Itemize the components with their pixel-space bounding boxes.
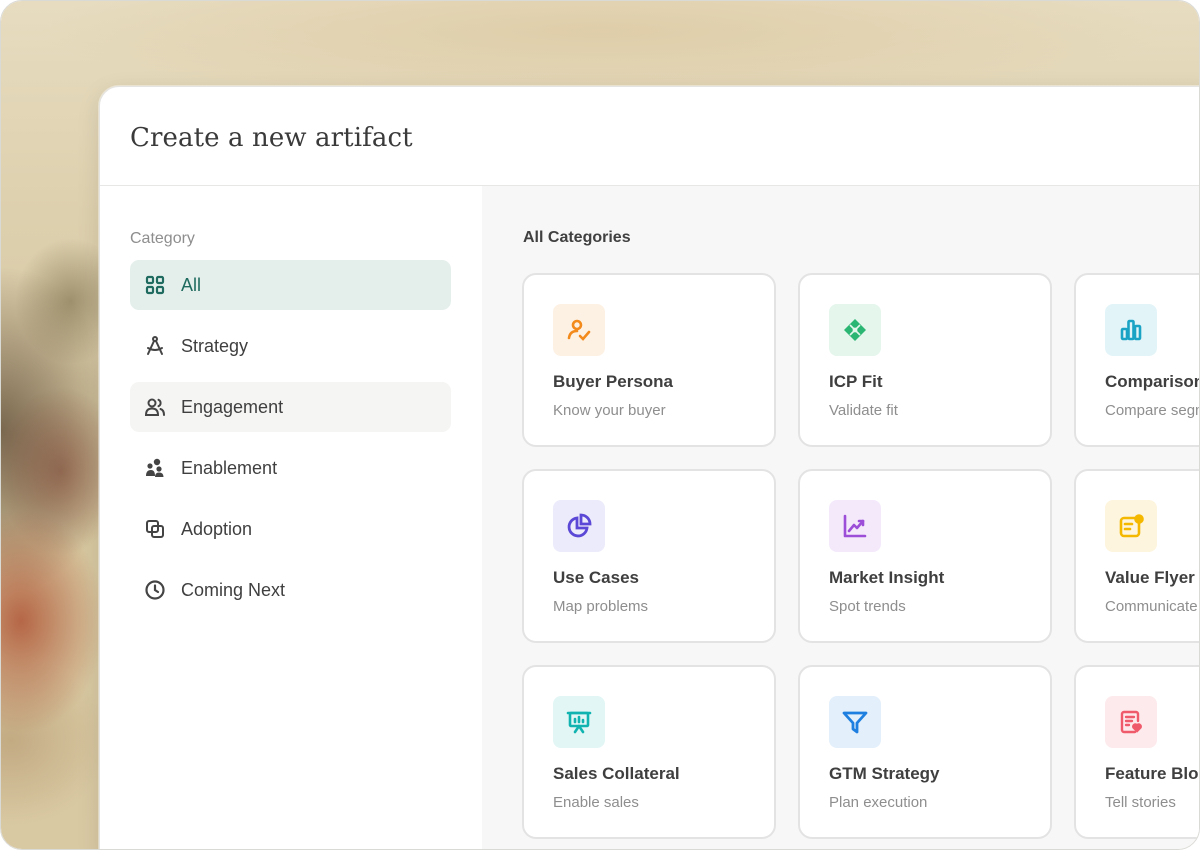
people-cluster-icon [144, 457, 166, 479]
puzzle-icon [829, 304, 881, 356]
card-description: Map problems [553, 598, 649, 615]
compass-icon [144, 335, 166, 357]
artifact-card-sales-collateral[interactable]: Sales Collateral Enable sales [522, 665, 776, 839]
bar-chart-icon [1105, 304, 1157, 356]
grid-icon [144, 274, 166, 296]
category-item-enablement[interactable]: Enablement [130, 443, 451, 493]
card-description: Tell stories [1105, 794, 1176, 811]
category-item-adoption[interactable]: Adoption [130, 504, 451, 554]
funnel-icon [829, 696, 881, 748]
artifact-card-comparison[interactable]: Comparison Compare segments [1074, 273, 1200, 447]
card-description: Communicate value [1105, 598, 1199, 615]
artifact-gallery: All Categories Buyer Persona Know your b… [482, 186, 1200, 849]
card-description: Enable sales [553, 794, 639, 811]
card-title: Market Insight [829, 568, 945, 587]
card-description: Validate fit [829, 402, 898, 419]
card-title: Feature Blog [1105, 764, 1200, 783]
presentation-icon [553, 696, 605, 748]
category-label: Strategy [181, 335, 249, 356]
category-item-coming-next[interactable]: Coming Next [130, 565, 451, 615]
users-icon [144, 396, 166, 418]
card-title: ICP Fit [829, 372, 883, 391]
card-title: Buyer Persona [553, 372, 673, 391]
category-item-all[interactable]: All [130, 260, 451, 310]
category-label: Adoption [181, 518, 253, 539]
clock-icon [144, 579, 166, 601]
dialog-header: Create a new artifact [100, 87, 1199, 186]
gallery-heading: All Categories [523, 229, 631, 246]
app-window: Create a new artifact Category All Strat… [0, 0, 1200, 850]
card-description: Spot trends [829, 598, 906, 615]
category-label: Enablement [181, 457, 278, 478]
category-item-engagement[interactable]: Engagement [130, 382, 451, 432]
card-title: Use Cases [553, 568, 640, 587]
persona-icon [553, 304, 605, 356]
flyer-icon [1105, 500, 1157, 552]
artifact-card-icp-fit[interactable]: ICP Fit Validate fit [798, 273, 1052, 447]
artifact-card-use-cases[interactable]: Use Cases Map problems [522, 469, 776, 643]
category-label: All [181, 274, 202, 295]
dialog-title: Create a new artifact [130, 123, 413, 153]
blog-icon [1105, 696, 1157, 748]
card-description: Compare segments [1105, 402, 1199, 419]
category-item-strategy[interactable]: Strategy [130, 321, 451, 371]
artifact-card-market-insight[interactable]: Market Insight Spot trends [798, 469, 1052, 643]
artifact-card-value-flyer[interactable]: Value Flyer Communicate value [1074, 469, 1199, 643]
card-description: Plan execution [829, 794, 928, 811]
create-artifact-dialog: Create a new artifact Category All Strat… [99, 86, 1200, 849]
artifact-card-buyer-persona[interactable]: Buyer Persona Know your buyer [522, 273, 776, 447]
category-label: Engagement [181, 396, 284, 417]
artifact-card-feature-blog[interactable]: Feature Blog Tell stories [1074, 665, 1200, 839]
trend-chart-icon [829, 500, 881, 552]
category-sidebar: Category All Strategy Engagement Enablem… [100, 186, 482, 849]
card-title: GTM Strategy [829, 764, 940, 783]
category-label: Coming Next [181, 579, 286, 600]
pie-chart-icon [553, 500, 605, 552]
artifact-card-gtm-strategy[interactable]: GTM Strategy Plan execution [798, 665, 1052, 839]
sidebar-heading: Category [130, 230, 195, 247]
card-title: Sales Collateral [553, 764, 680, 783]
card-title: Value Flyer [1105, 568, 1195, 587]
card-title: Comparison [1105, 372, 1200, 391]
copy-icon [144, 518, 166, 540]
card-description: Know your buyer [553, 402, 666, 419]
